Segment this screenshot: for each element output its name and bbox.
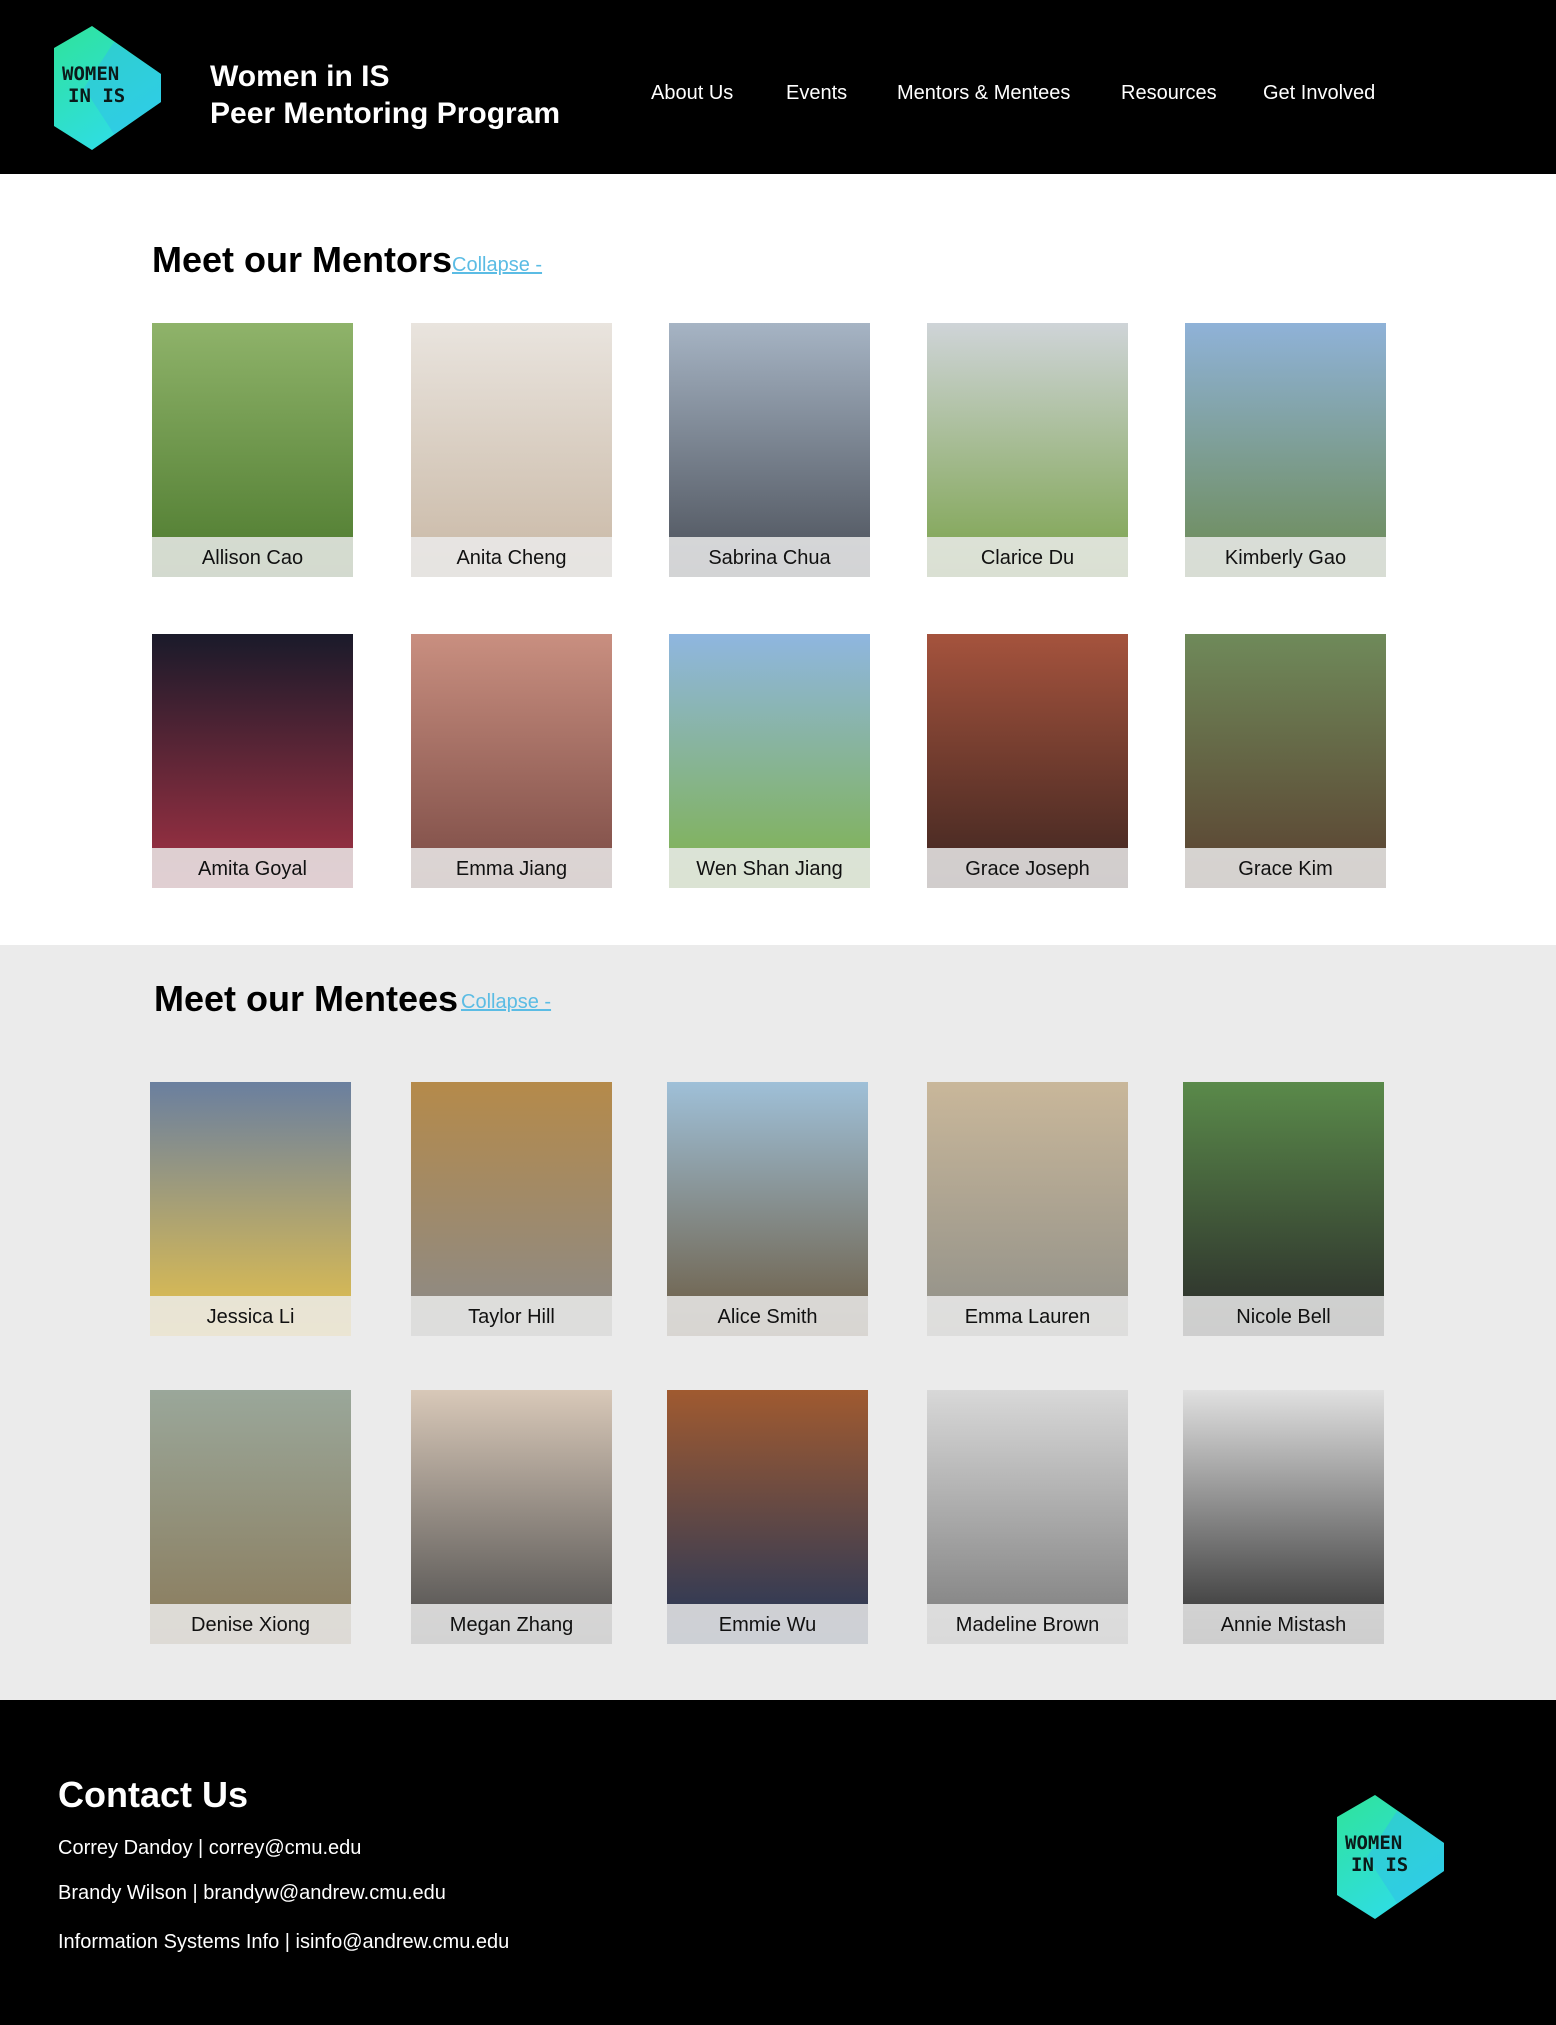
mentee-name: Emmie Wu bbox=[667, 1604, 868, 1644]
svg-text:IN IS: IN IS bbox=[1351, 1854, 1408, 1876]
mentee-name: Annie Mistash bbox=[1183, 1604, 1384, 1644]
mentor-name: Emma Jiang bbox=[411, 848, 612, 888]
mentee-card[interactable]: Madeline Brown bbox=[927, 1390, 1128, 1644]
mentee-card[interactable]: Nicole Bell bbox=[1183, 1082, 1384, 1336]
mentor-card[interactable]: Grace Joseph bbox=[927, 634, 1128, 888]
mentor-card[interactable]: Emma Jiang bbox=[411, 634, 612, 888]
contact-line: Information Systems Info | isinfo@andrew… bbox=[58, 1931, 510, 1953]
nav-resources[interactable]: Resources bbox=[1121, 82, 1217, 105]
mentee-card[interactable]: Emma Lauren bbox=[927, 1082, 1128, 1336]
mentor-name: Kimberly Gao bbox=[1185, 537, 1386, 577]
mentor-card[interactable]: Clarice Du bbox=[927, 323, 1128, 577]
mentor-card[interactable]: Allison Cao bbox=[152, 323, 353, 577]
mentee-card[interactable]: Annie Mistash bbox=[1183, 1390, 1384, 1644]
mentor-name: Anita Cheng bbox=[411, 537, 612, 577]
svg-text:WOMEN: WOMEN bbox=[1345, 1832, 1402, 1854]
mentee-name: Madeline Brown bbox=[927, 1604, 1128, 1644]
mentors-collapse-link[interactable]: Collapse - bbox=[452, 254, 542, 277]
mentee-card[interactable]: Jessica Li bbox=[150, 1082, 351, 1336]
site-title-line-2: Peer Mentoring Program bbox=[210, 97, 561, 130]
site-title-line-1: Women in IS bbox=[210, 60, 390, 93]
mentor-card[interactable]: Anita Cheng bbox=[411, 323, 612, 577]
mentor-name: Amita Goyal bbox=[152, 848, 353, 888]
nav-mentors-mentees[interactable]: Mentors & Mentees bbox=[897, 82, 1070, 105]
site-footer: Contact Us Correy Dandoy | correy@cmu.ed… bbox=[0, 1700, 1556, 2025]
mentor-name: Allison Cao bbox=[152, 537, 353, 577]
site-title: Women in IS Peer Mentoring Program bbox=[210, 58, 560, 132]
mentor-card[interactable]: Grace Kim bbox=[1185, 634, 1386, 888]
mentee-card[interactable]: Taylor Hill bbox=[411, 1082, 612, 1336]
mentor-name: Clarice Du bbox=[927, 537, 1128, 577]
mentee-name: Taylor Hill bbox=[411, 1296, 612, 1336]
site-header: WOMEN IN IS Women in IS Peer Mentoring P… bbox=[0, 0, 1556, 174]
mentor-name: Wen Shan Jiang bbox=[669, 848, 870, 888]
contact-line: Brandy Wilson | brandyw@andrew.cmu.edu bbox=[58, 1882, 446, 1904]
mentor-card[interactable]: Sabrina Chua bbox=[669, 323, 870, 577]
mentee-name: Nicole Bell bbox=[1183, 1296, 1384, 1336]
mentees-heading: Meet our Mentees bbox=[154, 978, 459, 1019]
mentor-name: Grace Joseph bbox=[927, 848, 1128, 888]
svg-text:WOMEN: WOMEN bbox=[62, 63, 119, 85]
mentor-name: Sabrina Chua bbox=[669, 537, 870, 577]
nav-about-us[interactable]: About Us bbox=[651, 82, 733, 105]
mentees-collapse-link[interactable]: Collapse - bbox=[461, 991, 551, 1014]
contact-line: Correy Dandoy | correy@cmu.edu bbox=[58, 1837, 362, 1859]
mentors-heading: Meet our Mentors bbox=[152, 239, 453, 280]
nav-events[interactable]: Events bbox=[786, 82, 847, 105]
mentor-name: Grace Kim bbox=[1185, 848, 1386, 888]
nav-get-involved[interactable]: Get Involved bbox=[1263, 82, 1375, 105]
mentor-card[interactable]: Wen Shan Jiang bbox=[669, 634, 870, 888]
footer-logo: WOMEN IN IS bbox=[1337, 1795, 1444, 1919]
mentee-name: Denise Xiong bbox=[150, 1604, 351, 1644]
mentee-name: Jessica Li bbox=[150, 1296, 351, 1336]
mentee-card[interactable]: Megan Zhang bbox=[411, 1390, 612, 1644]
mentee-card[interactable]: Emmie Wu bbox=[667, 1390, 868, 1644]
mentee-name: Alice Smith bbox=[667, 1296, 868, 1336]
mentee-card[interactable]: Denise Xiong bbox=[150, 1390, 351, 1644]
mentee-name: Megan Zhang bbox=[411, 1604, 612, 1644]
svg-text:IN IS: IN IS bbox=[68, 85, 125, 107]
mentor-card[interactable]: Kimberly Gao bbox=[1185, 323, 1386, 577]
mentee-name: Emma Lauren bbox=[927, 1296, 1128, 1336]
contact-heading: Contact Us bbox=[58, 1774, 249, 1815]
women-in-is-logo[interactable]: WOMEN IN IS bbox=[54, 26, 161, 150]
mentee-card[interactable]: Alice Smith bbox=[667, 1082, 868, 1336]
mentor-card[interactable]: Amita Goyal bbox=[152, 634, 353, 888]
